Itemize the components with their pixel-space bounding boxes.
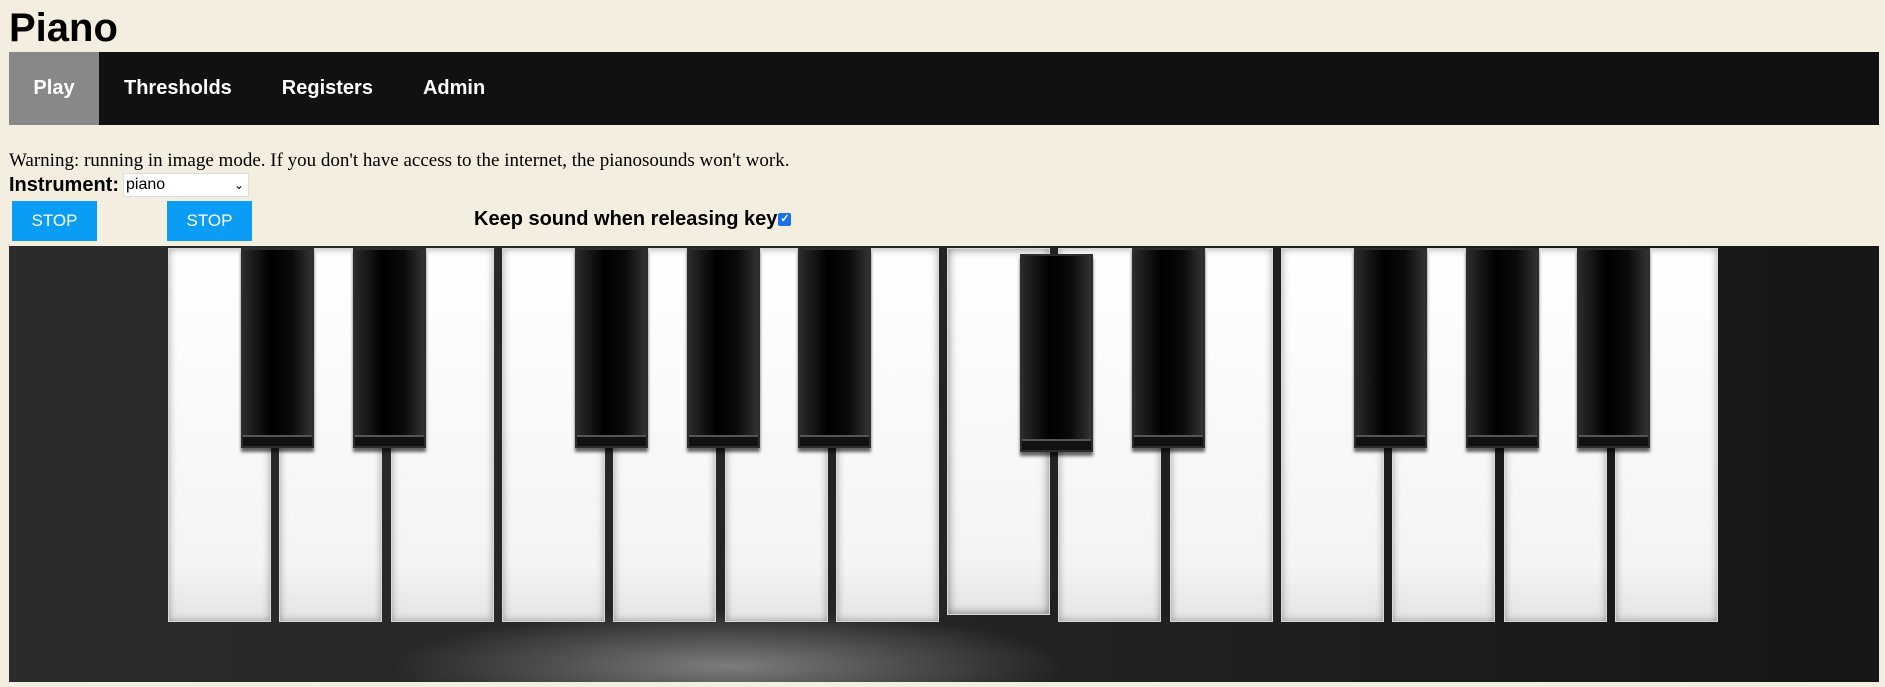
tab-registers[interactable]: Registers <box>257 52 398 125</box>
black-key[interactable] <box>1132 248 1205 448</box>
black-key[interactable] <box>1354 248 1427 448</box>
black-key[interactable] <box>798 248 871 448</box>
black-key[interactable] <box>687 248 760 448</box>
black-key[interactable] <box>1577 248 1650 448</box>
instrument-select[interactable]: piano ⌄ <box>123 173 249 197</box>
stop-button-1[interactable]: STOP <box>12 201 97 241</box>
keep-sound-row: Keep sound when releasing key ✓ <box>474 208 792 231</box>
instrument-row: Instrument: piano ⌄ <box>9 173 249 197</box>
warning-message: Warning: running in image mode. If you d… <box>9 150 790 171</box>
page-title: Piano <box>9 6 118 50</box>
main-nav: Play Thresholds Registers Admin <box>9 52 1879 125</box>
chevron-down-icon: ⌄ <box>233 178 244 192</box>
keep-sound-checkbox[interactable]: ✓ <box>778 213 792 226</box>
black-key[interactable] <box>575 248 648 448</box>
black-key[interactable] <box>1466 248 1539 448</box>
instrument-selected-value: piano <box>126 176 166 193</box>
instrument-label: Instrument: <box>9 173 119 196</box>
tab-admin[interactable]: Admin <box>398 52 510 125</box>
black-key[interactable] <box>1020 254 1093 452</box>
tab-thresholds[interactable]: Thresholds <box>99 52 257 125</box>
stop-button-2[interactable]: STOP <box>167 201 252 241</box>
piano-keyboard <box>9 246 1879 682</box>
keep-sound-label: Keep sound when releasing key <box>474 208 778 230</box>
tab-play[interactable]: Play <box>9 52 99 125</box>
black-key[interactable] <box>353 248 426 448</box>
black-key[interactable] <box>241 248 314 448</box>
